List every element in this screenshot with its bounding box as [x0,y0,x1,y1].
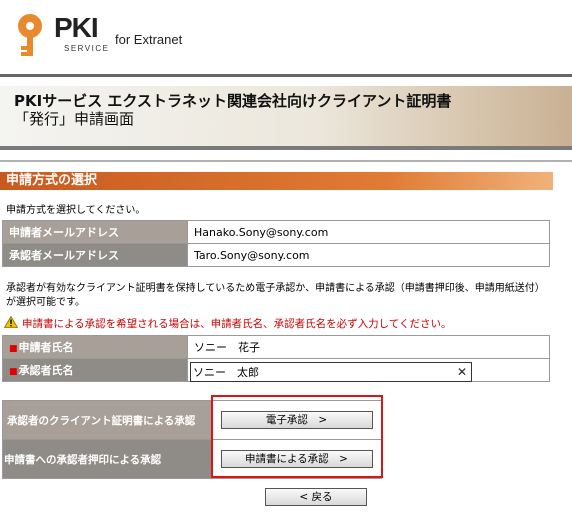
back-button[interactable]: < 戻る [265,488,367,506]
header-divider [0,74,572,77]
table-row: 申請者メールアドレス Hanako.Sony@sony.com [2,220,550,244]
header-tagline: for Extranet [115,32,183,47]
applicant-name-label: ■申請者氏名 [2,335,188,359]
required-mark: ■ [9,367,18,377]
banner-divider [0,146,572,150]
warning-icon [4,316,18,328]
close-icon[interactable]: ✕ [457,364,467,380]
page-title: PKIサービス エクストラネット関連会社向けクライアント証明書 [14,92,452,110]
approver-name-label: ■承認者氏名 [2,358,188,382]
approver-email-value: Taro.Sony@sony.com [187,243,550,267]
electronic-approval-label: 承認者のクライアント証明書による承認 [2,400,212,440]
page-subtitle: 「発行」申請画面 [14,110,135,128]
required-mark: ■ [9,344,18,354]
logo-subtext: SERVICE [64,44,110,53]
approver-name-input[interactable] [193,364,448,380]
warning-text: 申請書による承認を希望される場合は、申請者氏名、承認者氏名を必ず入力してください… [22,318,452,330]
approver-name-field[interactable]: ✕ [190,362,472,382]
applicant-email-value: Hanako.Sony@sony.com [187,220,550,244]
approver-name-label-text: 承認者氏名 [18,364,74,377]
back-button-wrap: < 戻る [265,488,367,506]
document-approval-label: 申請書への承認者押印による承認 [2,439,212,479]
email-table: 申請者メールアドレス Hanako.Sony@sony.com 承認者メールアド… [2,220,550,267]
section-divider [0,160,572,162]
table-row: 承認者メールアドレス Taro.Sony@sony.com [2,243,550,267]
instruction-text: 申請方式を選択してください。 [6,205,146,216]
key-icon [18,14,42,56]
logo-text: PKI [54,12,99,43]
approver-email-label: 承認者メールアドレス [2,243,188,267]
applicant-email-label: 申請者メールアドレス [2,220,188,244]
applicant-name-value: ソニー 花子 [187,335,550,359]
section-title: 申請方式の選択 [6,173,98,188]
applicant-name-label-text: 申請者氏名 [18,341,74,354]
table-row: ■申請者氏名 ソニー 花子 [2,335,550,359]
approval-note: 承認者が有効なクライアント証明書を保持しているため電子承認か、申請書による承認（… [6,283,545,308]
approval-highlight-box [211,395,383,478]
